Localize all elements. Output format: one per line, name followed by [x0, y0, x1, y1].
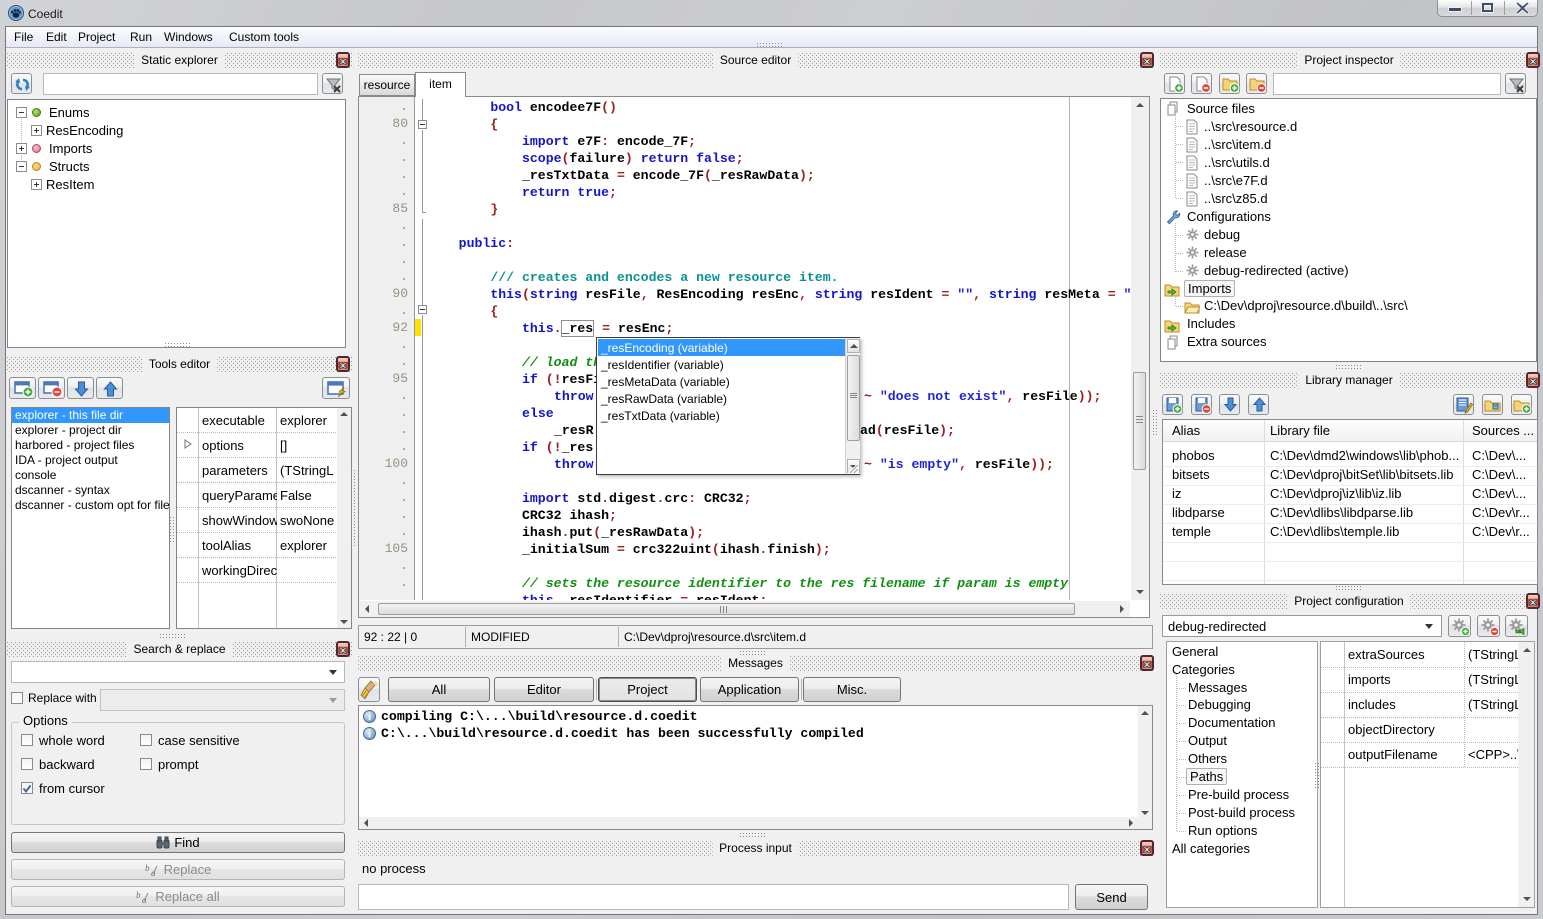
svg-text:b: b: [145, 863, 150, 873]
svg-text:b: b: [136, 890, 141, 900]
